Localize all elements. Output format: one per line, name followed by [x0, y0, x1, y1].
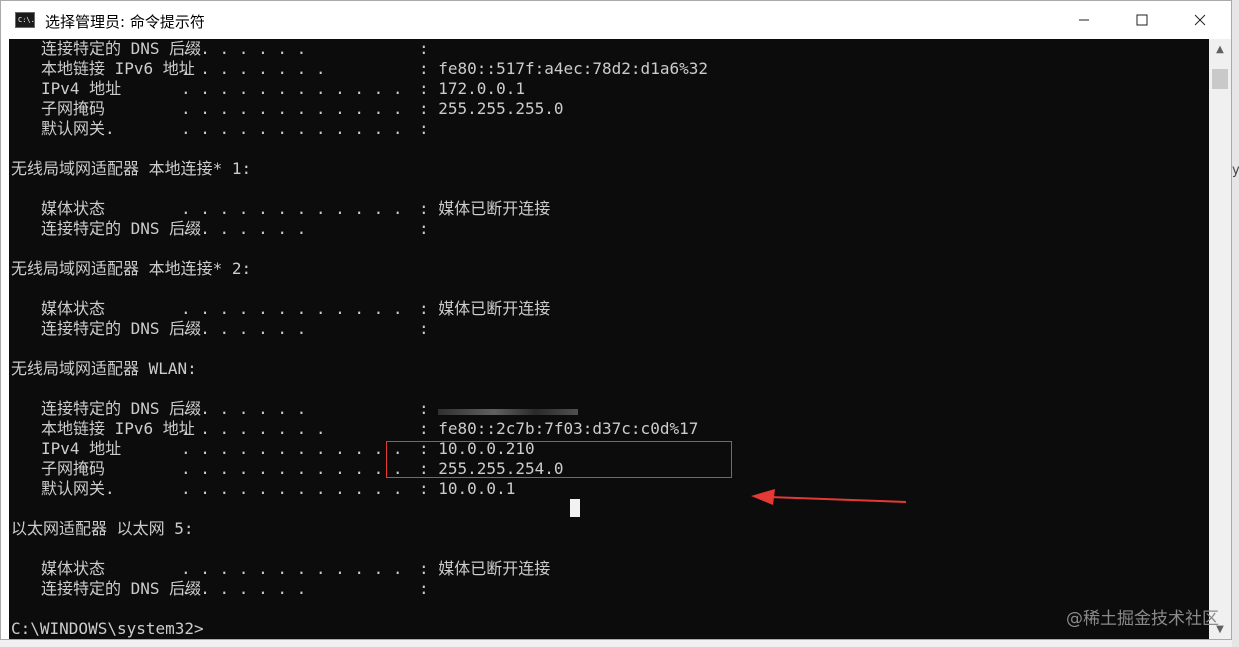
config-colon: :	[419, 579, 439, 598]
config-line: 媒体状态 . . . . . . . . . . . .: 媒体已断开连接	[11, 199, 550, 219]
config-dots: . . . . . . . . . . . .	[181, 459, 403, 478]
config-label: 媒体状态	[41, 559, 106, 578]
config-dots: . . . . . . .	[181, 579, 307, 598]
adapter-header: 无线局域网适配器 本地连接* 2:	[11, 259, 252, 278]
config-dots: . . . . . . . .	[181, 419, 326, 438]
config-colon: :	[419, 59, 439, 78]
config-dots: . . . . . . .	[181, 219, 307, 238]
console-output[interactable]: 连接特定的 DNS 后缀. . . . . . .: 本地链接 IPv6 地址.…	[9, 39, 1209, 639]
config-label: 媒体状态	[41, 199, 106, 218]
config-label: 默认网关.	[41, 479, 115, 498]
config-label: 连接特定的 DNS 后缀	[41, 219, 202, 238]
config-line: 连接特定的 DNS 后缀. . . . . . .:	[11, 219, 438, 239]
config-dots: . . . . . . . . . . . .	[181, 119, 403, 138]
text-cursor	[570, 499, 580, 517]
config-line: 连接特定的 DNS 后缀. . . . . . .:	[11, 319, 438, 339]
config-colon: :	[419, 439, 439, 458]
config-label: IPv4 地址	[41, 439, 122, 458]
config-label: 本地链接 IPv6 地址	[41, 59, 195, 78]
scroll-up-icon[interactable]: ▲	[1209, 39, 1231, 59]
config-value: fe80::2c7b:7f03:d37c:c0d%17	[438, 419, 699, 438]
background-window-edge	[1232, 0, 1239, 647]
config-value: 10.0.0.1	[438, 479, 516, 498]
config-line: 连接特定的 DNS 后缀. . . . . . .:	[11, 39, 438, 59]
config-colon: :	[419, 119, 439, 138]
config-colon: :	[419, 99, 439, 118]
config-colon: :	[419, 559, 439, 578]
config-colon: :	[419, 39, 439, 58]
config-dots: . . . . . . . . . . . .	[181, 439, 403, 458]
config-colon: :	[419, 319, 439, 338]
config-dots: . . . . . . . . . . . .	[181, 199, 403, 218]
command-prompt: C:\WINDOWS\system32>	[11, 619, 204, 638]
vertical-scrollbar[interactable]: ▲ ▼	[1209, 39, 1231, 639]
config-dots: . . . . . . . . . . . .	[181, 99, 403, 118]
config-label: 连接特定的 DNS 后缀	[41, 39, 202, 58]
title-bar[interactable]: C:\. 选择管理员: 命令提示符	[1, 1, 1231, 39]
maximize-button[interactable]	[1113, 1, 1171, 39]
config-value: 10.0.0.210	[438, 439, 535, 458]
config-label: 子网掩码	[41, 459, 106, 478]
config-value: 255.255.255.0	[438, 99, 564, 118]
config-colon: :	[419, 79, 439, 98]
config-line: IPv4 地址 . . . . . . . . . . . .: 172.0.0.…	[11, 79, 525, 99]
config-line: 子网掩码 . . . . . . . . . . . .: 255.255.255…	[11, 99, 564, 119]
config-dots: . . . . . . . . . . . .	[181, 299, 403, 318]
close-button[interactable]	[1171, 1, 1229, 39]
config-line: 默认网关. . . . . . . . . . . . .: 10.0.0.1	[11, 479, 515, 499]
background-window-text: y	[1232, 163, 1239, 178]
config-dots: . . . . . . . . . . . .	[181, 559, 403, 578]
maximize-icon	[1136, 14, 1148, 26]
minimize-icon	[1079, 19, 1089, 21]
config-colon: :	[419, 479, 439, 498]
config-line: 子网掩码 . . . . . . . . . . . .: 255.255.254…	[11, 459, 564, 479]
config-value: 媒体已断开连接	[438, 299, 551, 318]
config-line: 媒体状态 . . . . . . . . . . . .: 媒体已断开连接	[11, 559, 550, 579]
config-colon: :	[419, 199, 439, 218]
config-line: 媒体状态 . . . . . . . . . . . .: 媒体已断开连接	[11, 299, 550, 319]
config-line: 本地链接 IPv6 地址. . . . . . . .: fe80::2c7b:…	[11, 419, 698, 439]
config-dots: . . . . . . . .	[181, 59, 326, 78]
config-label: IPv4 地址	[41, 79, 122, 98]
config-colon: :	[419, 399, 439, 418]
config-dots: . . . . . . . . . . . .	[181, 479, 403, 498]
config-label: 本地链接 IPv6 地址	[41, 419, 195, 438]
config-label: 媒体状态	[41, 299, 106, 318]
config-dots: . . . . . . . . . . . .	[181, 79, 403, 98]
config-line: 本地链接 IPv6 地址. . . . . . . .: fe80::517f:…	[11, 59, 708, 79]
adapter-header: 无线局域网适配器 WLAN:	[11, 359, 197, 378]
adapter-header: 以太网适配器 以太网 5:	[11, 519, 194, 538]
watermark: @稀土掘金技术社区	[1066, 609, 1219, 629]
scroll-thumb[interactable]	[1212, 69, 1228, 89]
config-value: 172.0.0.1	[438, 79, 525, 98]
adapter-header: 无线局域网适配器 本地连接* 1:	[11, 159, 252, 178]
config-line: 默认网关. . . . . . . . . . . . .:	[11, 119, 438, 139]
config-dots: . . . . . . .	[181, 319, 307, 338]
config-colon: :	[419, 299, 439, 318]
config-label: 连接特定的 DNS 后缀	[41, 579, 202, 598]
config-value: 255.255.254.0	[438, 459, 564, 478]
close-icon	[1194, 14, 1206, 26]
minimize-button[interactable]	[1055, 1, 1113, 39]
config-label: 连接特定的 DNS 后缀	[41, 399, 202, 418]
window-title: 选择管理员: 命令提示符	[45, 13, 205, 31]
cmd-app-icon[interactable]: C:\.	[15, 12, 35, 28]
config-value: 媒体已断开连接	[438, 199, 551, 218]
config-colon: :	[419, 219, 439, 238]
config-colon: :	[419, 459, 439, 478]
config-label: 连接特定的 DNS 后缀	[41, 319, 202, 338]
config-line: IPv4 地址 . . . . . . . . . . . .: 10.0.0.2…	[11, 439, 535, 459]
red-arrow-icon	[751, 489, 907, 505]
config-colon: :	[419, 419, 439, 438]
cmd-window: C:\. 选择管理员: 命令提示符 连接特定的 DNS 后缀. . . . . …	[0, 0, 1232, 640]
config-value: 媒体已断开连接	[438, 559, 551, 578]
config-dots: . . . . . . .	[181, 39, 307, 58]
redacted-value	[438, 409, 579, 415]
config-label: 默认网关.	[41, 119, 115, 138]
config-label: 子网掩码	[41, 99, 106, 118]
config-dots: . . . . . . .	[181, 399, 307, 418]
config-line: 连接特定的 DNS 后缀. . . . . . .:	[11, 579, 438, 599]
config-line: 连接特定的 DNS 后缀. . . . . . .:	[11, 399, 579, 419]
config-value: fe80::517f:a4ec:78d2:d1a6%32	[438, 59, 708, 78]
